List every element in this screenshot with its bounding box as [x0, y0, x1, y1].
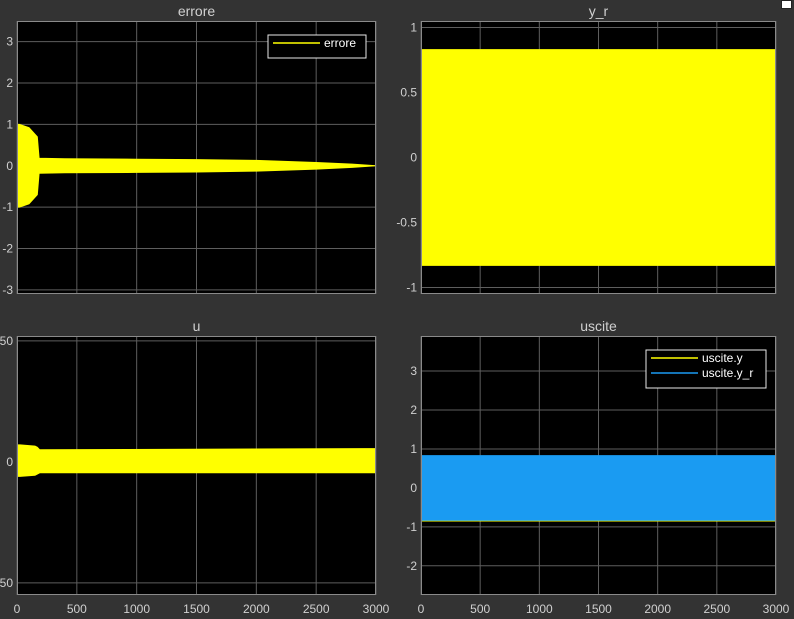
chart-title: y_r [589, 3, 609, 19]
plot-4: 3 2 1 0 -1 -2 0 500 1000 1500 2000 2500 3000 uscite us… [406, 318, 789, 616]
y-tick-label: -50 [0, 576, 13, 590]
series-layer [421, 49, 776, 266]
x-tick-label: 3000 [363, 602, 390, 616]
plot-2: 1 0.5 0 -0.5 -1 y_r [396, 3, 777, 295]
y-tick-label: 0.5 [400, 86, 417, 100]
y-tick-label: 1 [6, 117, 13, 131]
x-tick-label: 0 [418, 602, 425, 616]
y-tick-label: 0 [6, 159, 13, 173]
series-signal-band [17, 444, 376, 477]
x-tick-label: 0 [14, 602, 21, 616]
x-tick-label: 1500 [183, 602, 210, 616]
chart-title: uscite [580, 318, 617, 334]
x-tick-label: 1000 [526, 602, 553, 616]
x-tick-label: 500 [470, 602, 490, 616]
x-tick-label: 2000 [243, 602, 270, 616]
legend-entry: uscite.y [702, 351, 743, 365]
y-tick-label: -2 [2, 242, 13, 256]
x-tick-label: 2000 [644, 602, 671, 616]
y-tick-label: -1 [406, 281, 417, 295]
y-tick-label: 50 [0, 334, 13, 348]
series-signal-band [421, 49, 776, 266]
chart-title: u [193, 318, 201, 334]
y-tick-label: 3 [410, 364, 417, 378]
y-tick-label: 1 [410, 21, 417, 35]
y-tick-label: 0 [6, 455, 13, 469]
y-tick-label: -3 [2, 283, 13, 297]
y-tick-label: 2 [6, 76, 13, 90]
x-tick-label: 1000 [123, 602, 150, 616]
legend-entry: uscite.y_r [702, 366, 753, 380]
y-tick-label: 3 [6, 35, 13, 49]
y-tick-label: -1 [406, 520, 417, 534]
y-tick-label: -1 [2, 200, 13, 214]
y-tick-label: 0 [410, 151, 417, 165]
legend-entry: errore [324, 36, 356, 50]
legend: uscite.yuscite.y_r [645, 349, 767, 389]
x-tick-label: 2500 [703, 602, 730, 616]
y-tick-label: 2 [410, 403, 417, 417]
x-tick-label: 500 [67, 602, 87, 616]
y-tick-label: -0.5 [396, 216, 417, 230]
legend: errore [267, 34, 367, 59]
chart-title: errore [178, 3, 216, 19]
series-uscite-y-r-band [421, 455, 776, 521]
plot-1: 3 2 1 0 -1 -2 -3 errore errore [2, 3, 377, 297]
x-tick-label: 3000 [763, 602, 790, 616]
y-tick-label: 1 [410, 442, 417, 456]
undock-icon[interactable] [781, 0, 792, 9]
y-tick-label: 0 [410, 481, 417, 495]
x-tick-label: 1500 [585, 602, 612, 616]
plot-3: 500-50050010001500200025003000u [0, 318, 390, 616]
x-tick-label: 2500 [303, 602, 330, 616]
scope-figure: 3210-1-2-3erroreerrore10.50-0.5-1y_r500-… [0, 3, 790, 616]
y-tick-label: -2 [406, 559, 417, 573]
